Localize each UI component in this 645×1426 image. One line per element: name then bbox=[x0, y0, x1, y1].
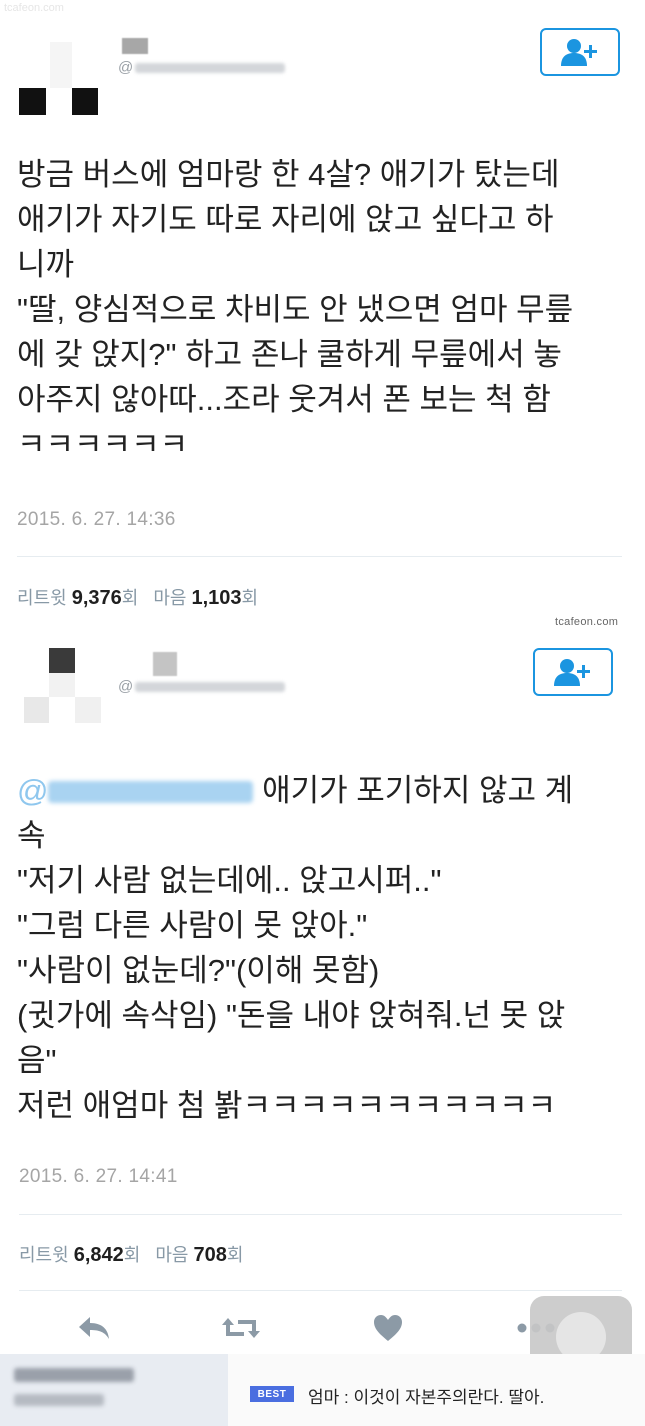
retweet-icon bbox=[222, 1318, 260, 1338]
tweet-1-stats: 리트윗 9,376회 마음 1,103회 bbox=[17, 587, 259, 609]
divider bbox=[19, 1214, 622, 1215]
tweet-2-handle: @ bbox=[118, 678, 286, 696]
tweet-2-display-name bbox=[153, 652, 177, 676]
divider bbox=[17, 556, 622, 557]
like-count[interactable]: 1,103 bbox=[191, 587, 241, 609]
best-comment-text[interactable]: 엄마 : 이것이 자본주의란다. 딸아. bbox=[308, 1383, 544, 1408]
divider bbox=[19, 1290, 622, 1291]
follow-user-icon bbox=[561, 39, 597, 66]
like-label: 마음 bbox=[155, 1245, 189, 1265]
tweet-1-follow-button[interactable] bbox=[540, 28, 620, 76]
like-label: 마음 bbox=[153, 588, 187, 608]
retweet-label: 리트윗 bbox=[19, 1245, 69, 1265]
tweet-1-text: 방금 버스에 엄마랑 한 4살? 애기가 탔는데 애기가 자기도 따로 자리에 … bbox=[17, 157, 574, 462]
watermark-middle: tcafeon.com bbox=[555, 616, 619, 628]
reply-icon bbox=[79, 1317, 109, 1339]
tweet-1-timestamp[interactable]: 2015. 6. 27. 14:36 bbox=[17, 509, 176, 531]
bottom-user-info[interactable] bbox=[0, 1354, 228, 1426]
like-count[interactable]: 708 bbox=[193, 1244, 226, 1266]
retweet-count[interactable]: 9,376 bbox=[72, 587, 122, 609]
tweet-1-handle: @ bbox=[118, 59, 286, 77]
follow-user-icon bbox=[554, 659, 590, 686]
tweet-2-timestamp[interactable]: 2015. 6. 27. 14:41 bbox=[19, 1166, 178, 1188]
retweet-count[interactable]: 6,842 bbox=[74, 1244, 124, 1266]
mention[interactable]: @ bbox=[17, 773, 254, 808]
reply-button[interactable] bbox=[72, 1310, 116, 1346]
watermark-top: tcafeon.com bbox=[4, 2, 64, 14]
heart-icon bbox=[374, 1315, 402, 1341]
best-badge: BEST bbox=[250, 1386, 294, 1402]
tweet-2-stats: 리트윗 6,842회 마음 708회 bbox=[19, 1244, 244, 1266]
retweet-label: 리트윗 bbox=[17, 588, 67, 608]
tweet-2-follow-button[interactable] bbox=[533, 648, 613, 696]
tweet-1-display-name bbox=[122, 38, 148, 54]
like-button[interactable] bbox=[368, 1310, 408, 1346]
tweet-2-text: @ 애기가 포기하지 않고 계 속 "저기 사람 없는데에.. 앉고시퍼.." … bbox=[17, 773, 574, 1123]
retweet-button[interactable] bbox=[218, 1310, 264, 1346]
